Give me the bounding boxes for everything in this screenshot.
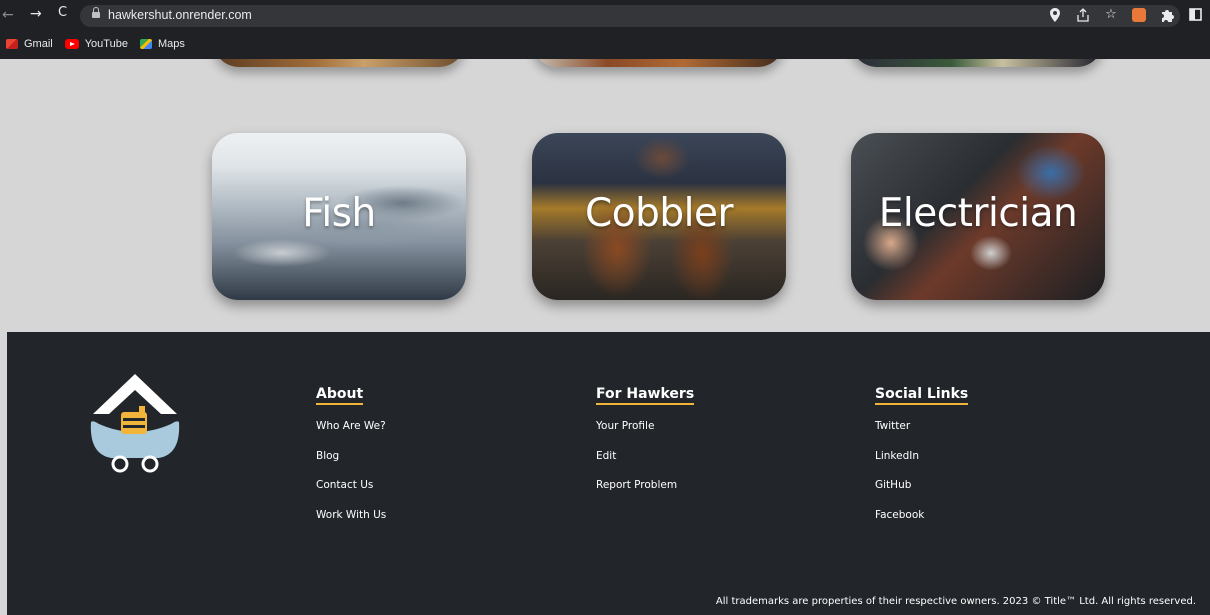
category-card-electrician[interactable]: Electrician (851, 133, 1105, 300)
site-footer: About Who Are We? Blog Contact Us Work W… (7, 332, 1210, 615)
bookmark-label: YouTube (84, 38, 128, 50)
forward-arrow-icon[interactable]: → (30, 6, 42, 22)
browser-toolbar: ← → C hawkershut.onrender.com ☆ (0, 0, 1210, 31)
footer-link-linkedin[interactable]: LinkedIn (875, 450, 968, 480)
footer-heading-for-hawkers: For Hawkers (596, 386, 695, 405)
bookmark-gmail[interactable]: Gmail (6, 38, 53, 50)
category-card-fish[interactable]: Fish (212, 133, 466, 300)
footer-heading-social-links: Social Links (875, 386, 969, 405)
bookmark-star-icon[interactable]: ☆ (1104, 8, 1118, 22)
category-card-partial[interactable] (851, 59, 1103, 67)
category-card-cobbler[interactable]: Cobbler (532, 133, 786, 300)
footer-link-contact-us[interactable]: Contact Us (316, 479, 386, 509)
footer-link-twitter[interactable]: Twitter (875, 420, 968, 450)
location-pin-icon[interactable] (1048, 8, 1062, 22)
youtube-icon (64, 39, 79, 49)
footer-link-github[interactable]: GitHub (875, 479, 968, 509)
gmail-icon (6, 39, 18, 49)
footer-link-facebook[interactable]: Facebook (875, 509, 968, 539)
category-card-partial[interactable] (532, 59, 784, 67)
category-grid: Fish Cobbler Electrician (0, 59, 1210, 332)
footer-link-edit[interactable]: Edit (596, 450, 694, 480)
metamask-extension-icon[interactable] (1132, 8, 1146, 22)
category-card-partial[interactable] (213, 59, 465, 67)
hawkershut-logo[interactable] (87, 374, 183, 474)
footer-column-about: About Who Are We? Blog Contact Us Work W… (316, 383, 386, 538)
footer-link-report-problem[interactable]: Report Problem (596, 479, 694, 509)
category-label: Fish (302, 191, 376, 236)
share-icon[interactable] (1076, 8, 1090, 22)
copyright-text: All trademarks are properties of their r… (715, 596, 1196, 607)
bookmarks-bar: Gmail YouTube Maps (0, 31, 1210, 57)
browser-actions: ☆ (1048, 5, 1202, 25)
footer-link-blog[interactable]: Blog (316, 450, 386, 480)
lock-icon[interactable] (92, 7, 100, 19)
footer-column-social-links: Social Links Twitter LinkedIn GitHub Fac… (875, 383, 969, 539)
side-panel-icon[interactable] (1188, 8, 1202, 22)
bookmark-label: Gmail (24, 38, 53, 50)
extensions-puzzle-icon[interactable] (1160, 8, 1174, 22)
footer-link-work-with-us[interactable]: Work With Us (316, 509, 386, 539)
back-arrow-icon[interactable]: ← (2, 7, 14, 23)
reload-icon[interactable]: C (58, 5, 67, 20)
bookmark-label: Maps (157, 38, 185, 50)
footer-column-for-hawkers: For Hawkers Your Profile Edit Report Pro… (596, 383, 695, 509)
url-text[interactable]: hawkershut.onrender.com (108, 8, 252, 22)
footer-heading-about: About (316, 386, 364, 405)
category-label: Cobbler (585, 191, 733, 236)
browser-chrome: ← → C hawkershut.onrender.com ☆ Gmail Yo… (0, 0, 1210, 59)
bookmark-youtube[interactable]: YouTube (64, 38, 128, 50)
maps-icon (139, 39, 152, 49)
footer-link-who-are-we[interactable]: Who Are We? (316, 420, 386, 450)
bookmark-maps[interactable]: Maps (139, 38, 185, 50)
category-label: Electrician (878, 191, 1078, 236)
footer-link-your-profile[interactable]: Your Profile (596, 420, 694, 450)
